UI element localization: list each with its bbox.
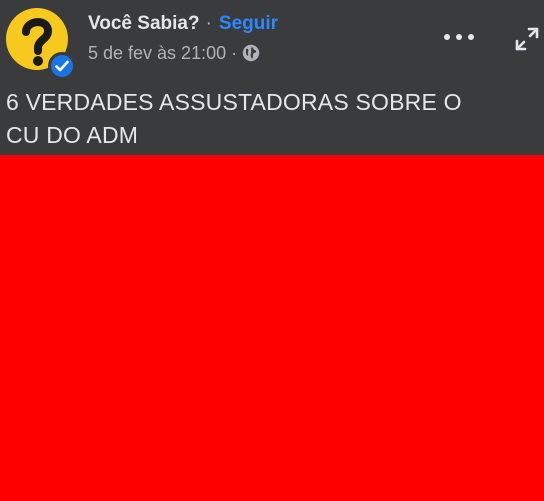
post-image[interactable] bbox=[0, 155, 544, 501]
post-timestamp[interactable]: 5 de fev às 21:00 bbox=[88, 43, 226, 64]
facebook-post: Você Sabia? · Seguir 5 de fev às 21:00 · bbox=[0, 0, 544, 501]
name-separator: · bbox=[205, 13, 212, 34]
page-avatar[interactable] bbox=[6, 8, 76, 80]
expand-icon[interactable] bbox=[514, 26, 540, 52]
follow-button[interactable]: Seguir bbox=[219, 13, 278, 35]
more-dot bbox=[468, 34, 474, 40]
page-name-link[interactable]: Você Sabia? bbox=[88, 13, 200, 35]
post-author-row: Você Sabia? · Seguir bbox=[88, 12, 278, 36]
more-options-icon[interactable] bbox=[444, 26, 474, 48]
meta-separator: · bbox=[231, 42, 238, 63]
post-text-line: 6 VERDADES ASSUSTADORAS SOBRE O bbox=[6, 89, 462, 115]
verified-badge-icon bbox=[48, 52, 76, 80]
more-dot bbox=[444, 34, 450, 40]
post-text: 6 VERDADES ASSUSTADORAS SOBRE O CU DO AD… bbox=[6, 86, 536, 152]
post-header: Você Sabia? · Seguir 5 de fev às 21:00 · bbox=[0, 0, 544, 155]
post-meta-row: 5 de fev às 21:00 · bbox=[88, 42, 260, 64]
more-dot bbox=[456, 34, 462, 40]
post-text-line: CU DO ADM bbox=[6, 122, 139, 148]
globe-icon bbox=[242, 44, 260, 62]
